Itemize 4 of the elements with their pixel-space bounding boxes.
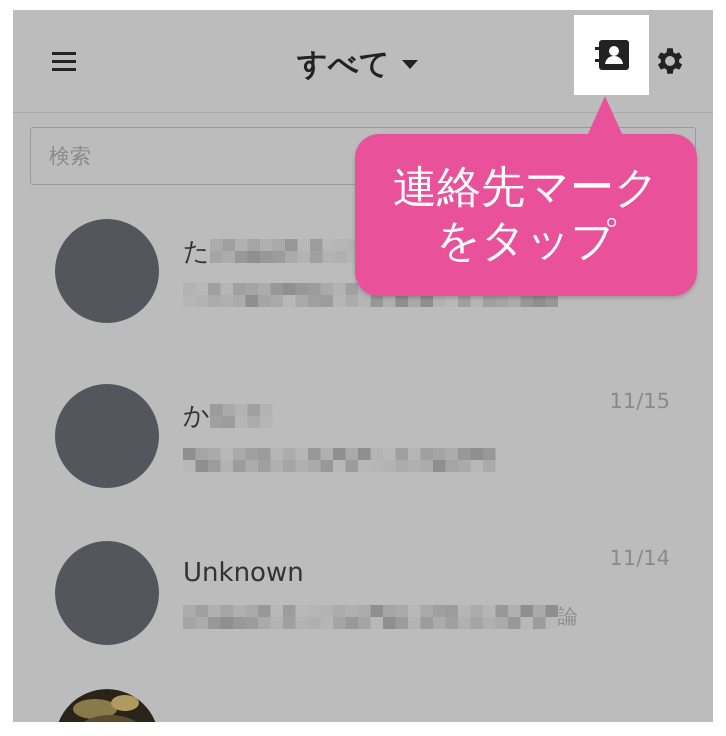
- contact-name: た: [183, 236, 210, 268]
- contact-name: か: [183, 400, 210, 433]
- contact-name: Unknown: [183, 558, 304, 588]
- callout-bubble: 連絡先マーク をタップ: [355, 134, 697, 296]
